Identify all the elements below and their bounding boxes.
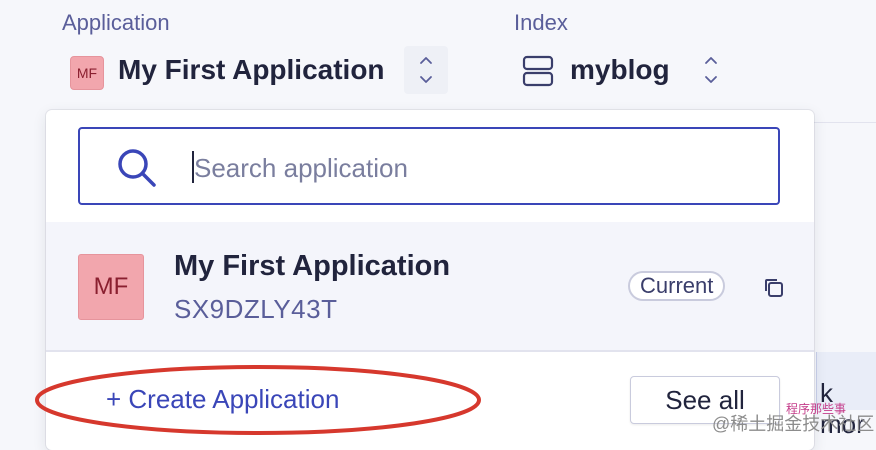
index-name: myblog (570, 54, 670, 85)
application-stepper[interactable] (404, 46, 448, 94)
application-item-name: My First Application (174, 250, 451, 282)
index-label: Index (514, 10, 568, 35)
divider (46, 350, 814, 352)
chevron-up-down-icon (420, 57, 432, 83)
application-avatar: MF (70, 56, 104, 90)
search-box[interactable] (78, 127, 780, 205)
text-cursor (192, 151, 194, 183)
database-icon (522, 55, 554, 87)
index-stepper[interactable] (698, 50, 724, 90)
watermark-line2: @稀土掘金技术社区 (712, 414, 875, 434)
application-avatar: MF (78, 254, 144, 320)
application-name: My First Application (118, 54, 385, 85)
copy-icon[interactable] (762, 276, 786, 300)
current-badge: Current (628, 271, 726, 301)
search-input[interactable] (192, 147, 756, 189)
background-divider (814, 122, 876, 123)
chevron-up-down-icon (705, 57, 717, 83)
application-label: Application (62, 10, 170, 35)
annotation-ellipse (35, 365, 481, 435)
application-list-item[interactable]: MF My First Application SX9DZLY43T Curre… (46, 222, 814, 350)
application-selector[interactable]: MF My First Application (70, 46, 448, 94)
index-selector[interactable]: myblog (522, 54, 732, 94)
application-item-id: SX9DZLY43T (174, 294, 338, 324)
search-icon (118, 149, 156, 187)
